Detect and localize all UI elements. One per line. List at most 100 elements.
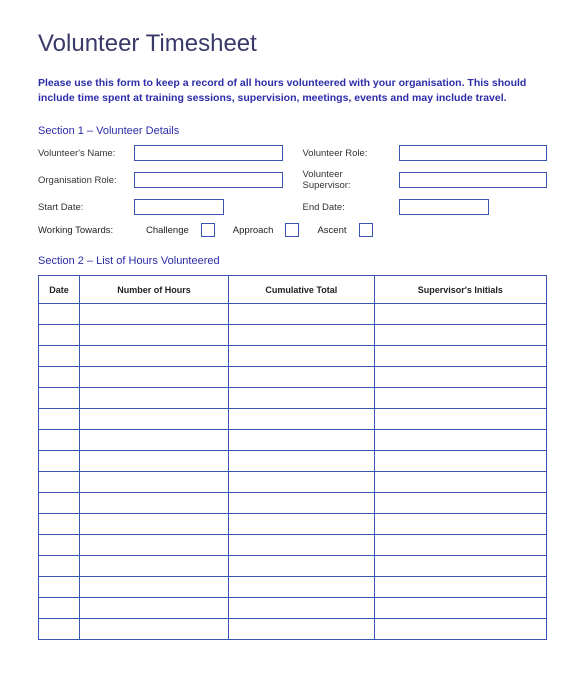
table-cell[interactable]: [374, 409, 546, 430]
start-date-label: Start Date:: [38, 202, 128, 213]
table-cell[interactable]: [374, 367, 546, 388]
table-cell[interactable]: [39, 304, 80, 325]
table-cell[interactable]: [39, 598, 80, 619]
table-cell[interactable]: [80, 577, 229, 598]
table-cell[interactable]: [80, 304, 229, 325]
table-cell[interactable]: [39, 367, 80, 388]
table-row: [39, 556, 547, 577]
table-cell[interactable]: [80, 367, 229, 388]
role-input[interactable]: [399, 145, 548, 161]
table-cell[interactable]: [374, 535, 546, 556]
table-cell[interactable]: [80, 472, 229, 493]
table-cell[interactable]: [80, 346, 229, 367]
supervisor-label: Volunteer Supervisor:: [303, 169, 393, 191]
table-cell[interactable]: [229, 493, 375, 514]
ascent-label: Ascent: [317, 225, 346, 236]
table-cell[interactable]: [374, 514, 546, 535]
table-row: [39, 346, 547, 367]
table-cell[interactable]: [374, 304, 546, 325]
table-cell[interactable]: [80, 619, 229, 640]
table-cell[interactable]: [229, 388, 375, 409]
col-initials: Supervisor's Initials: [374, 276, 546, 304]
table-cell[interactable]: [374, 493, 546, 514]
challenge-checkbox[interactable]: [201, 223, 215, 237]
table-cell[interactable]: [80, 514, 229, 535]
table-cell[interactable]: [229, 409, 375, 430]
table-cell[interactable]: [39, 514, 80, 535]
table-row: [39, 598, 547, 619]
table-cell[interactable]: [80, 598, 229, 619]
role-label: Volunteer Role:: [303, 148, 393, 159]
hours-table: Date Number of Hours Cumulative Total Su…: [38, 275, 547, 640]
table-cell[interactable]: [229, 619, 375, 640]
table-cell[interactable]: [374, 577, 546, 598]
table-cell[interactable]: [229, 346, 375, 367]
page-title: Volunteer Timesheet: [38, 30, 547, 58]
table-cell[interactable]: [80, 409, 229, 430]
ascent-checkbox[interactable]: [359, 223, 373, 237]
table-cell[interactable]: [229, 304, 375, 325]
table-cell[interactable]: [374, 556, 546, 577]
table-cell[interactable]: [80, 388, 229, 409]
end-date-label: End Date:: [303, 202, 393, 213]
table-row: [39, 430, 547, 451]
name-input[interactable]: [134, 145, 283, 161]
end-date-input[interactable]: [399, 199, 489, 215]
table-cell[interactable]: [80, 430, 229, 451]
table-cell[interactable]: [229, 472, 375, 493]
table-cell[interactable]: [374, 325, 546, 346]
table-cell[interactable]: [39, 346, 80, 367]
approach-checkbox[interactable]: [285, 223, 299, 237]
supervisor-input[interactable]: [399, 172, 548, 188]
table-row: [39, 472, 547, 493]
section1-title: Section 1 – Volunteer Details: [38, 125, 547, 137]
table-row: [39, 577, 547, 598]
table-cell[interactable]: [374, 346, 546, 367]
table-cell[interactable]: [80, 451, 229, 472]
table-cell[interactable]: [229, 598, 375, 619]
table-cell[interactable]: [80, 556, 229, 577]
table-row: [39, 535, 547, 556]
table-cell[interactable]: [39, 430, 80, 451]
table-cell[interactable]: [80, 535, 229, 556]
table-row: [39, 367, 547, 388]
org-role-input[interactable]: [134, 172, 283, 188]
table-cell[interactable]: [39, 472, 80, 493]
table-cell[interactable]: [374, 619, 546, 640]
table-cell[interactable]: [80, 493, 229, 514]
table-cell[interactable]: [39, 577, 80, 598]
table-cell[interactable]: [229, 514, 375, 535]
table-cell[interactable]: [229, 577, 375, 598]
table-cell[interactable]: [374, 388, 546, 409]
table-cell[interactable]: [374, 451, 546, 472]
working-towards-label: Working Towards:: [38, 225, 128, 236]
table-cell[interactable]: [39, 451, 80, 472]
table-cell[interactable]: [374, 430, 546, 451]
table-cell[interactable]: [229, 535, 375, 556]
table-cell[interactable]: [229, 556, 375, 577]
table-row: [39, 619, 547, 640]
table-row: [39, 304, 547, 325]
table-cell[interactable]: [39, 325, 80, 346]
challenge-label: Challenge: [146, 225, 189, 236]
volunteer-details: Volunteer's Name: Volunteer Role: Organi…: [38, 145, 547, 237]
table-row: [39, 388, 547, 409]
table-cell[interactable]: [229, 430, 375, 451]
col-cumulative: Cumulative Total: [229, 276, 375, 304]
table-cell[interactable]: [80, 325, 229, 346]
table-cell[interactable]: [39, 619, 80, 640]
table-cell[interactable]: [374, 472, 546, 493]
table-cell[interactable]: [39, 388, 80, 409]
table-cell[interactable]: [39, 556, 80, 577]
table-cell[interactable]: [39, 535, 80, 556]
table-cell[interactable]: [374, 598, 546, 619]
table-row: [39, 451, 547, 472]
table-cell[interactable]: [39, 409, 80, 430]
table-row: [39, 514, 547, 535]
start-date-input[interactable]: [134, 199, 224, 215]
table-cell[interactable]: [229, 451, 375, 472]
table-cell[interactable]: [229, 325, 375, 346]
table-row: [39, 409, 547, 430]
table-cell[interactable]: [39, 493, 80, 514]
table-cell[interactable]: [229, 367, 375, 388]
